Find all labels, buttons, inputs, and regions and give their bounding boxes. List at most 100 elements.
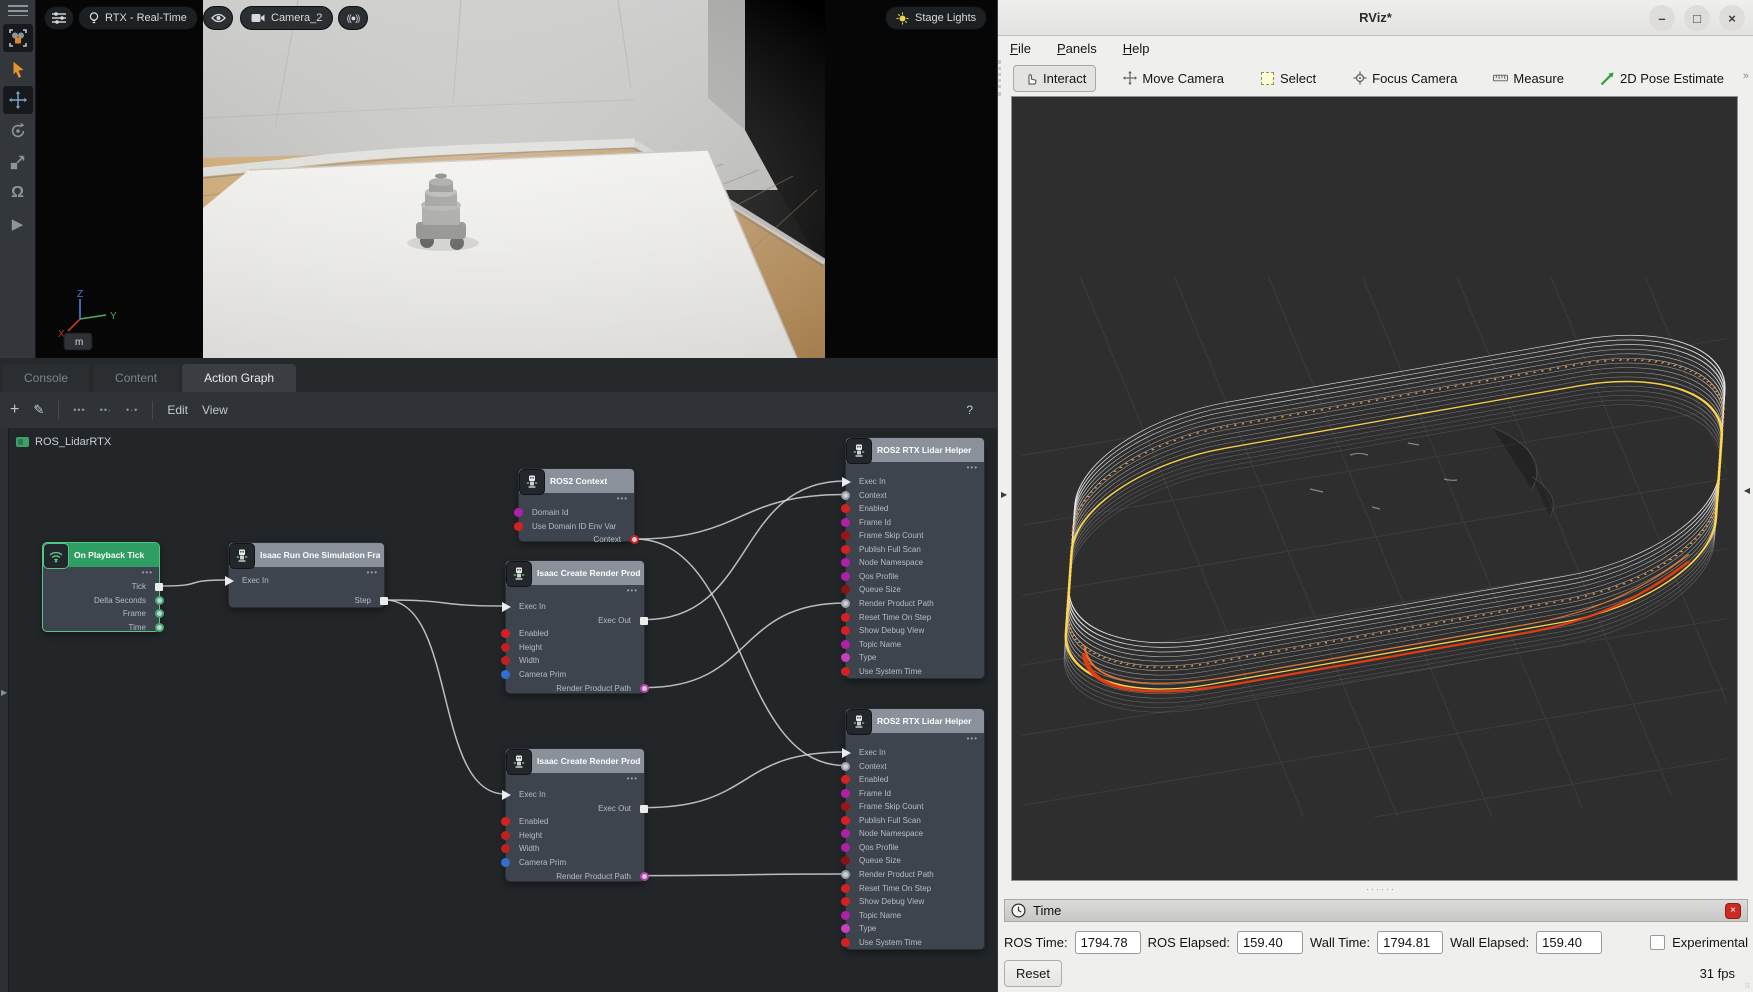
port-connector[interactable] <box>841 491 850 500</box>
port-connector[interactable] <box>841 911 850 920</box>
edit-graph-button[interactable]: ✎ <box>33 402 44 418</box>
port-connector[interactable] <box>841 640 850 649</box>
scale-tool-button[interactable] <box>3 148 33 176</box>
layout-dots-icon-1[interactable]: ••• <box>73 405 85 415</box>
port-use-domain-id-env-var[interactable]: Use Domain ID Env Var <box>519 521 634 533</box>
port-frame-skip-count[interactable]: Frame Skip Count <box>846 801 984 813</box>
port-exec-in[interactable]: Exec In <box>846 476 984 488</box>
time-field-value-walltime[interactable] <box>1377 931 1443 954</box>
port-connector[interactable] <box>841 856 850 865</box>
port-connector[interactable] <box>841 762 850 771</box>
port-connector[interactable] <box>501 643 510 652</box>
node-options-dots[interactable]: ••• <box>967 734 978 743</box>
port-camera-prim[interactable]: Camera Prim <box>506 669 644 681</box>
select-mode-button[interactable] <box>3 24 33 52</box>
expand-panel-icon[interactable]: ▶ <box>1 688 7 697</box>
port-queue-size[interactable]: Queue Size <box>846 584 984 596</box>
node-options-dots[interactable]: ••• <box>967 463 978 472</box>
port-connector[interactable] <box>841 802 850 811</box>
port-connector[interactable] <box>841 558 850 567</box>
port-frame-id[interactable]: Frame Id <box>846 788 984 800</box>
resize-grip[interactable]: ⁝⁝ <box>1745 981 1750 990</box>
port-connector[interactable] <box>841 897 850 906</box>
port-queue-size[interactable]: Queue Size <box>846 855 984 867</box>
close-time-panel-button[interactable]: × <box>1725 903 1741 919</box>
port-connector[interactable] <box>501 670 510 679</box>
rviz-titlebar[interactable]: RViz* –□× <box>998 0 1753 36</box>
help-button[interactable]: ? <box>966 403 973 417</box>
port-connector[interactable] <box>502 790 511 800</box>
port-connector[interactable] <box>155 623 164 632</box>
port-connector[interactable] <box>841 816 850 825</box>
edit-menu[interactable]: Edit <box>167 403 188 417</box>
port-frame[interactable]: Frame <box>43 608 159 620</box>
port-topic-name[interactable]: Topic Name <box>846 910 984 922</box>
port-enabled[interactable]: Enabled <box>506 628 644 640</box>
layout-dots-icon-3[interactable]: •·• <box>126 405 138 415</box>
expand-right-panel-icon[interactable]: ◀ <box>1744 486 1750 495</box>
maximize-button[interactable]: □ <box>1684 5 1710 31</box>
port-show-debug-view[interactable]: Show Debug View <box>846 896 984 908</box>
tool-move-camera[interactable]: Move Camera <box>1112 65 1234 92</box>
port-topic-name[interactable]: Topic Name <box>846 639 984 651</box>
port-publish-full-scan[interactable]: Publish Full Scan <box>846 544 984 556</box>
renderer-button[interactable]: RTX - Real-Time <box>78 6 198 30</box>
port-exec-out[interactable]: Exec Out <box>506 615 644 627</box>
port-connector[interactable] <box>841 626 850 635</box>
port-connector[interactable] <box>640 805 648 813</box>
port-qos-profile[interactable]: Qos Profile <box>846 571 984 583</box>
port-connector[interactable] <box>841 884 850 893</box>
experimental-checkbox[interactable] <box>1650 935 1665 950</box>
node-sim[interactable]: Isaac Run One Simulation Frame•••Exec In… <box>228 542 385 608</box>
port-exec-out[interactable]: Exec Out <box>506 803 644 815</box>
port-enabled[interactable]: Enabled <box>506 816 644 828</box>
minimize-button[interactable]: – <box>1649 5 1675 31</box>
port-show-debug-view[interactable]: Show Debug View <box>846 625 984 637</box>
camera-button[interactable]: Camera_2 <box>240 6 333 30</box>
play-button[interactable]: ▶ <box>3 210 33 238</box>
port-render-product-path[interactable]: Render Product Path <box>846 598 984 610</box>
port-context[interactable]: Context <box>846 761 984 773</box>
port-connector[interactable] <box>841 789 850 798</box>
cursor-tool-button[interactable] <box>3 55 33 83</box>
node-lh2[interactable]: ROS2 RTX Lidar Helper•••Exec InContextEn… <box>845 708 985 950</box>
port-connector[interactable] <box>640 684 649 693</box>
port-connector[interactable] <box>155 583 163 591</box>
tool-select[interactable]: Select <box>1250 65 1326 92</box>
port-delta-seconds[interactable]: Delta Seconds <box>43 595 159 607</box>
port-render-product-path[interactable]: Render Product Path <box>506 683 644 695</box>
port-step[interactable]: Step <box>229 595 384 607</box>
port-connector[interactable] <box>842 748 851 758</box>
tab-action-graph[interactable]: Action Graph <box>182 364 296 392</box>
port-connector[interactable] <box>155 596 164 605</box>
port-type[interactable]: Type <box>846 652 984 664</box>
port-time[interactable]: Time <box>43 622 159 634</box>
port-width[interactable]: Width <box>506 843 644 855</box>
port-connector[interactable] <box>841 613 850 622</box>
port-reset-time-on-step[interactable]: Reset Time On Step <box>846 612 984 624</box>
port-connector[interactable] <box>501 844 510 853</box>
port-frame-skip-count[interactable]: Frame Skip Count <box>846 530 984 542</box>
node-rp1[interactable]: Isaac Create Render Product•••Exec InExe… <box>505 560 645 694</box>
tab-content[interactable]: Content <box>93 364 179 392</box>
port-domain-id[interactable]: Domain Id <box>519 507 634 519</box>
move-tool-button[interactable] <box>3 86 33 114</box>
node-options-dots[interactable]: ••• <box>617 494 628 503</box>
port-connector[interactable] <box>501 656 510 665</box>
port-connector[interactable] <box>501 817 510 826</box>
live-sync-button[interactable]: ((●)) <box>338 6 368 30</box>
visibility-button[interactable] <box>203 6 233 30</box>
time-field-value-rostime[interactable] <box>1075 931 1141 954</box>
menu-file[interactable]: File <box>1010 41 1031 56</box>
port-connector[interactable] <box>841 870 850 879</box>
tab-console[interactable]: Console <box>2 364 90 392</box>
stage-lights-button[interactable]: Stage Lights <box>885 6 987 30</box>
port-exec-in[interactable]: Exec In <box>506 789 644 801</box>
port-connector[interactable] <box>841 585 850 594</box>
node-ctx[interactable]: ROS2 Context•••Domain IdUse Domain ID En… <box>518 468 635 542</box>
port-connector[interactable] <box>842 477 851 487</box>
port-context[interactable]: Context <box>846 490 984 502</box>
node-options-dots[interactable]: ••• <box>627 586 638 595</box>
rviz-3d-view[interactable] <box>1011 96 1738 881</box>
port-connector[interactable] <box>501 629 510 638</box>
